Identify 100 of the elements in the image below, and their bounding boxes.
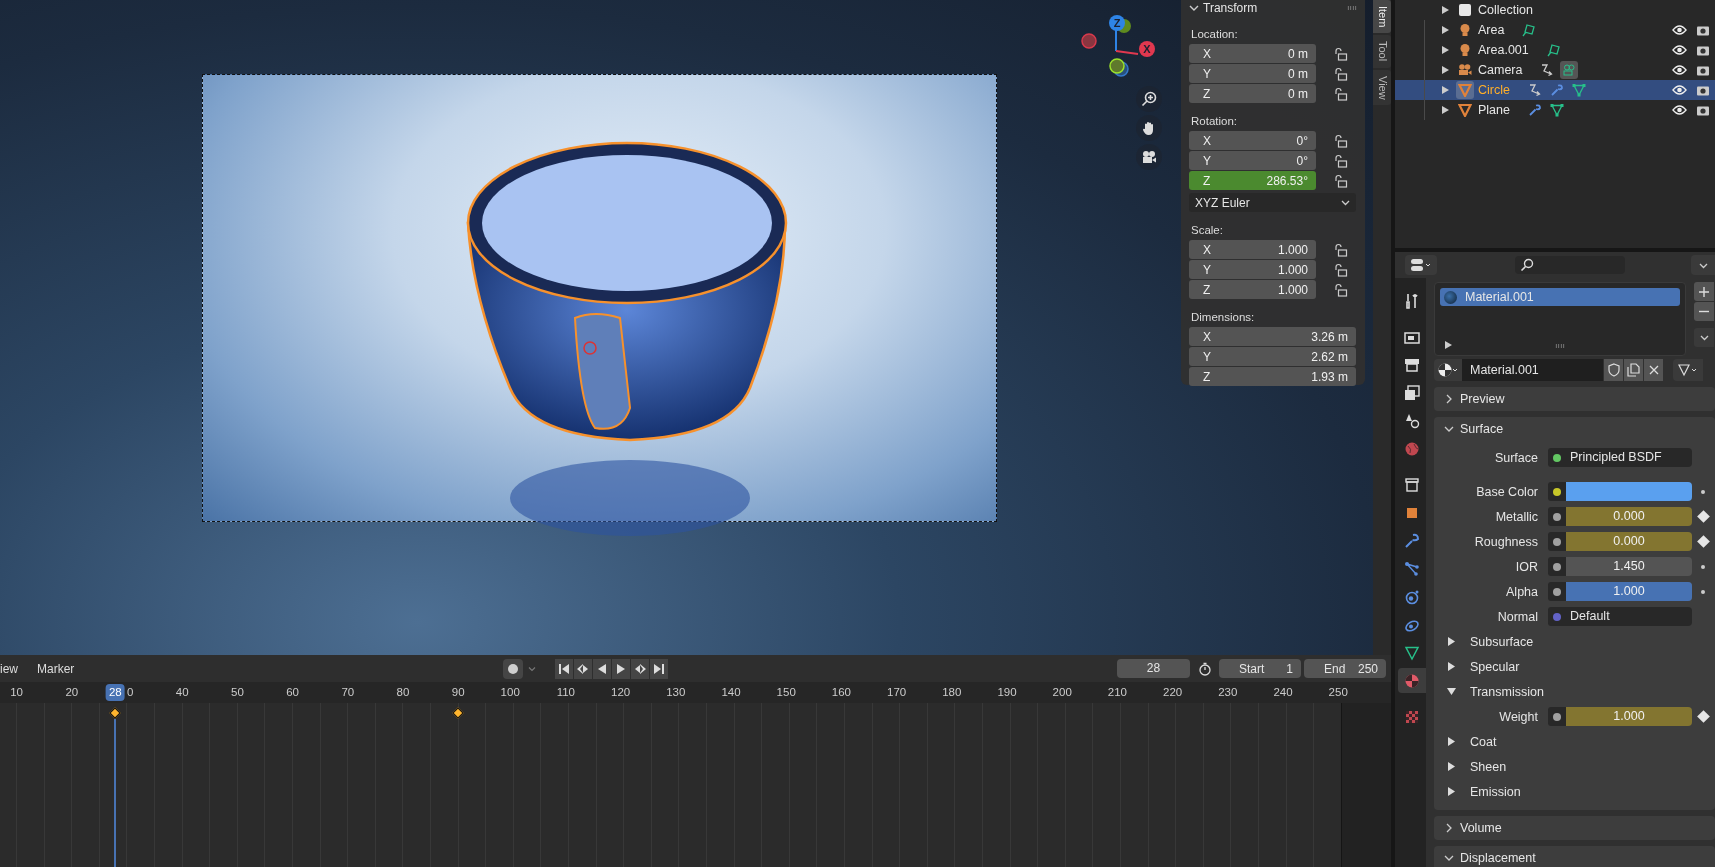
menu-item[interactable]: iew xyxy=(0,661,18,676)
animate-dot-icon[interactable] xyxy=(1701,489,1705,494)
socket-button[interactable] xyxy=(1548,557,1566,576)
socket-button[interactable] xyxy=(1548,482,1566,501)
panel-header[interactable]: Volume xyxy=(1434,816,1715,840)
object-name[interactable]: Plane xyxy=(1478,103,1510,117)
lock-icon[interactable] xyxy=(1334,133,1348,148)
camera-icon[interactable] xyxy=(1696,24,1710,36)
add-slot-button[interactable] xyxy=(1694,282,1714,301)
grip-icon[interactable] xyxy=(1555,344,1565,348)
subpanel-title[interactable]: Sheen xyxy=(1470,759,1507,774)
number-field[interactable]: Z 0 m xyxy=(1189,84,1316,103)
eye-icon[interactable] xyxy=(1672,44,1687,56)
panel-title[interactable]: Volume xyxy=(1460,821,1502,835)
number-field[interactable]: Y 2.62 m xyxy=(1189,347,1356,366)
camera-data-icon[interactable] xyxy=(1560,61,1579,79)
eye-icon[interactable] xyxy=(1672,24,1687,36)
object-name[interactable]: Camera xyxy=(1478,63,1523,77)
expand-arrow-icon[interactable] xyxy=(1442,26,1449,34)
expand-arrow-icon[interactable] xyxy=(1442,86,1449,94)
color-swatch[interactable] xyxy=(1566,482,1692,501)
start-frame-field[interactable]: Start 1 xyxy=(1219,659,1301,678)
jump-end-button[interactable] xyxy=(650,658,668,679)
panel-title[interactable]: Transform xyxy=(1203,1,1258,15)
number-field[interactable]: X 0° xyxy=(1189,131,1316,150)
number-field[interactable]: Y 0° xyxy=(1189,151,1316,170)
outliner-row[interactable]: Collection xyxy=(1395,0,1715,20)
subpanel-header[interactable]: Specular xyxy=(1434,654,1715,679)
play-reverse-button[interactable] xyxy=(593,658,611,679)
subpanel-title[interactable]: Emission xyxy=(1470,784,1521,799)
subpanel-header[interactable]: Transmission xyxy=(1434,679,1715,704)
number-field[interactable]: 1.000 xyxy=(1566,707,1692,726)
camera-icon[interactable] xyxy=(1696,64,1710,76)
menu-item[interactable]: Marker xyxy=(37,661,75,676)
material-type-button[interactable] xyxy=(1434,359,1462,381)
lock-icon[interactable] xyxy=(1334,153,1348,168)
rotation-mode-dropdown[interactable]: XYZ Euler xyxy=(1189,193,1356,212)
panel-title[interactable]: Preview xyxy=(1460,392,1505,406)
number-field[interactable]: Y 1.000 xyxy=(1189,260,1316,279)
number-field[interactable]: X 1.000 xyxy=(1189,240,1316,259)
number-field[interactable]: Z 1.93 m xyxy=(1189,367,1356,386)
previous-keyframe-button[interactable] xyxy=(574,658,592,679)
object-name[interactable]: Area.001 xyxy=(1478,43,1529,57)
lock-icon[interactable] xyxy=(1334,46,1348,61)
sidebar-tab[interactable]: Item xyxy=(1373,0,1391,34)
subpanel-header[interactable]: Emission xyxy=(1434,779,1715,804)
lock-icon[interactable] xyxy=(1334,242,1348,257)
eye-icon[interactable] xyxy=(1672,64,1687,76)
chevron-icon[interactable] xyxy=(1189,3,1199,13)
unlink-button[interactable] xyxy=(1644,359,1663,381)
outliner-row[interactable]: Area.001 xyxy=(1395,40,1715,60)
camera-view-button[interactable] xyxy=(1136,144,1162,170)
remove-slot-button[interactable] xyxy=(1694,302,1714,321)
panel-header[interactable]: Displacement xyxy=(1434,846,1715,867)
dropdown-button[interactable] xyxy=(1691,255,1715,275)
play-button[interactable] xyxy=(612,658,630,679)
record-button[interactable] xyxy=(503,658,523,679)
link-field[interactable]: Default xyxy=(1566,607,1692,626)
panel-title[interactable]: Surface xyxy=(1460,422,1504,436)
number-field[interactable]: 0.000 xyxy=(1566,532,1692,551)
end-frame-field[interactable]: End 250 xyxy=(1304,659,1386,678)
playhead-frame-badge[interactable]: 28 xyxy=(105,684,125,701)
outliner-row[interactable]: Plane xyxy=(1395,100,1715,120)
outliner-row[interactable]: Circle xyxy=(1395,80,1715,100)
subpanel-title[interactable]: Coat xyxy=(1470,734,1497,749)
outliner-row[interactable]: Camera xyxy=(1395,60,1715,80)
expand-arrow-icon[interactable] xyxy=(1442,106,1449,114)
zoom-button[interactable] xyxy=(1136,86,1162,112)
search-field[interactable] xyxy=(1515,256,1625,274)
object-name[interactable]: Area xyxy=(1478,23,1505,37)
subpanel-header[interactable]: Sheen xyxy=(1434,754,1715,779)
lock-icon[interactable] xyxy=(1334,262,1348,277)
expand-arrow-icon[interactable] xyxy=(1442,66,1449,74)
duplicate-button[interactable] xyxy=(1624,359,1643,381)
pan-button[interactable] xyxy=(1136,115,1162,141)
number-field[interactable]: X 3.26 m xyxy=(1189,327,1356,346)
lock-icon[interactable] xyxy=(1334,282,1348,297)
object-name[interactable]: Circle xyxy=(1478,83,1510,97)
dropdown-button[interactable] xyxy=(1694,328,1714,347)
panel-header[interactable]: Preview xyxy=(1434,387,1715,411)
link-field[interactable]: Principled BSDF xyxy=(1566,448,1692,467)
subpanel-title[interactable]: Subsurface xyxy=(1470,634,1534,649)
material-name-field[interactable]: Material.001 xyxy=(1462,359,1603,381)
number-field[interactable]: Y 0 m xyxy=(1189,64,1316,83)
lock-icon[interactable] xyxy=(1334,173,1348,188)
panel-title[interactable]: Displacement xyxy=(1460,851,1536,865)
current-frame-field[interactable]: 28 xyxy=(1117,659,1190,678)
material-slot[interactable]: Material.001 xyxy=(1440,288,1680,306)
number-field[interactable]: Z 286.53° xyxy=(1189,171,1316,190)
sidebar-tab[interactable]: View xyxy=(1373,69,1391,106)
socket-button[interactable] xyxy=(1548,532,1566,551)
expand-arrow-icon[interactable] xyxy=(1445,341,1452,349)
next-keyframe-button[interactable] xyxy=(631,658,649,679)
number-field[interactable]: 0.000 xyxy=(1566,507,1692,526)
number-field[interactable]: 1.450 xyxy=(1566,557,1692,576)
sidebar-tab[interactable]: Tool xyxy=(1373,35,1391,68)
camera-icon[interactable] xyxy=(1696,104,1710,116)
number-field[interactable]: Z 1.000 xyxy=(1189,280,1316,299)
subpanel-title[interactable]: Specular xyxy=(1470,659,1520,674)
mesh-link-button[interactable] xyxy=(1673,359,1703,381)
